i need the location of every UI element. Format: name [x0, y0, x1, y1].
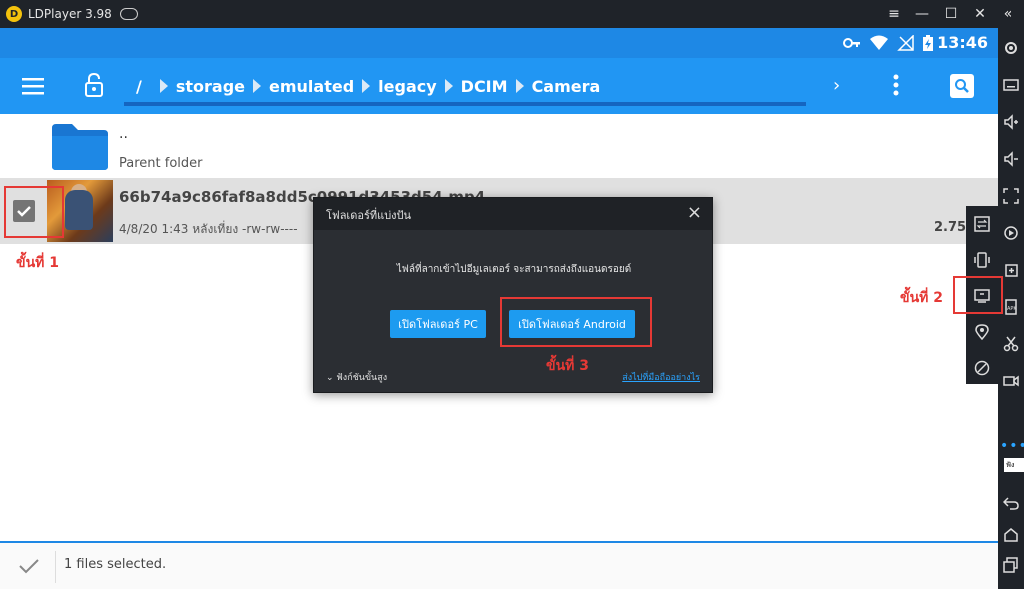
recent-apps-icon[interactable]	[1001, 555, 1021, 575]
more-vert-icon[interactable]	[893, 74, 899, 96]
close-icon[interactable]: ✕	[966, 0, 994, 28]
open-pc-folder-button[interactable]: เปิดโฟลเดอร์ PC	[390, 310, 486, 338]
annotation-box-step3	[500, 297, 652, 347]
menu-icon[interactable]: ≡	[880, 0, 908, 28]
breadcrumb-storage[interactable]: storage	[176, 77, 245, 96]
search-button[interactable]	[950, 74, 974, 98]
key-icon	[843, 38, 860, 48]
apk-install-icon[interactable]: APK	[1001, 297, 1021, 317]
annotation-step1: ขั้นที่ 1	[16, 255, 59, 271]
breadcrumb-camera[interactable]: Camera	[532, 77, 601, 96]
svg-text:APK: APK	[1007, 306, 1017, 312]
minimize-icon[interactable]: —	[908, 0, 936, 28]
battery-charging-icon	[923, 35, 933, 51]
ldplayer-window: D LDPlayer 3.98 ≡ — ☐ ✕ « 13:46 / storag…	[0, 0, 1024, 589]
annotation-step3: ขั้นที่ 3	[546, 358, 589, 374]
ldplayer-logo-icon: D	[6, 6, 22, 22]
breadcrumb-separator-icon	[253, 79, 261, 93]
help-link[interactable]: ส่งไปที่มือถืออย่างไร	[622, 370, 700, 384]
breadcrumb-separator-icon	[362, 79, 371, 93]
shared-folder-dialog: โฟลเดอร์ที่แบ่งปัน × ไฟล์ที่ลากเข้าไปอีม…	[313, 197, 713, 393]
volume-up-icon[interactable]	[1001, 112, 1021, 132]
file-size: 2.75	[934, 220, 967, 235]
load-progress-fill	[124, 102, 806, 106]
dialog-title: โฟลเดอร์ที่แบ่งปัน	[326, 209, 412, 222]
breadcrumb-root[interactable]: /	[136, 77, 142, 96]
location-icon[interactable]	[972, 322, 992, 342]
breadcrumb-separator-icon	[444, 79, 453, 93]
hamburger-menu-icon[interactable]	[22, 76, 44, 96]
rotate-icon[interactable]	[972, 358, 992, 378]
sync-icon[interactable]	[972, 214, 992, 234]
annotation-box-step2	[953, 276, 1003, 314]
more-horiz-icon[interactable]: •••	[1000, 438, 1024, 454]
app-title: LDPlayer 3.98	[28, 7, 112, 21]
selection-bar: 1 files selected.	[0, 541, 998, 589]
list-item-parent-folder[interactable]: .. Parent folder	[0, 114, 998, 178]
advanced-toggle[interactable]: ⌄ ฟังก์ชันขั้นสูง	[326, 370, 387, 384]
load-progress-bar	[124, 102, 806, 106]
confirm-check-icon[interactable]	[18, 557, 40, 575]
home-icon[interactable]	[1001, 525, 1021, 545]
add-multi-icon[interactable]	[1001, 260, 1021, 280]
selection-info: 1 files selected.	[64, 557, 167, 572]
shake-icon[interactable]	[972, 250, 992, 270]
back-icon[interactable]	[1001, 493, 1021, 513]
parent-folder-label: Parent folder	[119, 156, 203, 171]
breadcrumb-legacy[interactable]: legacy	[378, 77, 437, 96]
parent-folder-name: ..	[119, 126, 128, 142]
dialog-close-icon[interactable]: ×	[687, 202, 702, 223]
android-status-bar: 13:46	[0, 28, 998, 58]
annotation-step2: ขั้นที่ 2	[900, 290, 943, 306]
file-meta: 4/8/20 1:43 หลังเที่ยง -rw-rw----	[119, 222, 298, 236]
file-manager-toolbar: / storage emulated legacy DCIM Camera ›	[0, 58, 998, 114]
chevron-down-icon: ⌄	[326, 373, 334, 383]
fullscreen-icon[interactable]	[1001, 186, 1021, 206]
breadcrumb-emulated[interactable]: emulated	[269, 77, 354, 96]
annotation-box-step1	[4, 186, 64, 238]
search-icon	[955, 79, 969, 93]
thumbnail-body-shape	[65, 190, 93, 230]
advanced-label: ฟังก์ชันขั้นสูง	[336, 373, 388, 383]
record-icon[interactable]	[1001, 223, 1021, 243]
folder-icon	[52, 124, 108, 170]
unlock-icon[interactable]	[84, 73, 104, 97]
volume-down-icon[interactable]	[1001, 149, 1021, 169]
breadcrumb-separator-icon	[515, 79, 524, 93]
sidebar-tooltip: ฟัง	[1004, 458, 1024, 472]
dialog-header: โฟลเดอร์ที่แบ่งปัน ×	[314, 198, 712, 230]
divider	[55, 551, 56, 583]
breadcrumb-dcim[interactable]: DCIM	[461, 77, 508, 96]
settings-icon[interactable]	[1001, 38, 1021, 58]
no-signal-icon	[897, 35, 914, 51]
scissors-icon[interactable]	[1001, 334, 1021, 354]
maximize-icon[interactable]: ☐	[937, 0, 965, 28]
wifi-icon	[870, 35, 888, 50]
dialog-message: ไฟล์ที่ลากเข้าไปอีมูเลเตอร์ จะสามารถส่งถ…	[396, 264, 632, 275]
video-record-icon[interactable]	[1001, 371, 1021, 391]
title-bar: D LDPlayer 3.98 ≡ — ☐ ✕ «	[0, 0, 1024, 28]
chevron-right-icon[interactable]: ›	[833, 75, 840, 96]
gamepad-icon[interactable]	[119, 8, 138, 20]
keyboard-icon[interactable]	[1001, 75, 1021, 95]
clock: 13:46	[937, 33, 988, 52]
collapse-icon[interactable]: «	[994, 0, 1022, 28]
breadcrumb-separator-icon	[159, 79, 168, 93]
